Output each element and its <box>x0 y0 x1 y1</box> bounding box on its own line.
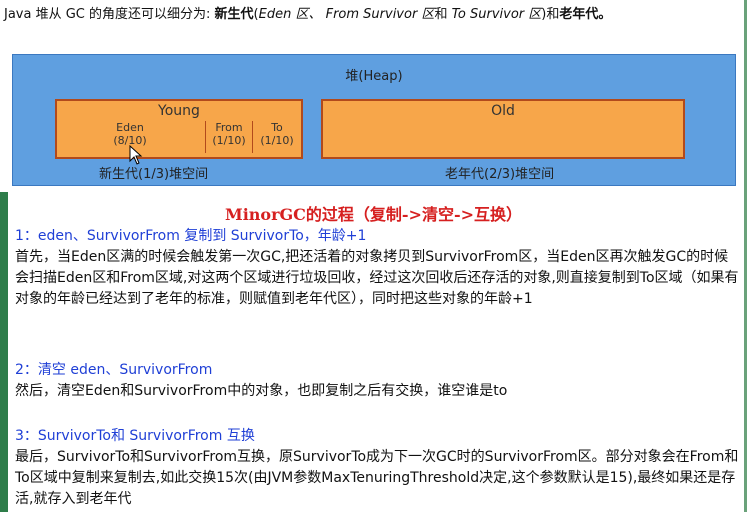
step2-block: 2：清空 eden、SurvivorFrom 然后，清空Eden和Survivo… <box>15 360 740 402</box>
section-title: MinorGC的过程（复制->清空->互换） <box>224 205 523 224</box>
to-ratio: (1/10) <box>260 134 294 147</box>
intro-part: Java 堆从 GC 的角度还可以细分为: <box>4 7 215 22</box>
left-green-bar <box>0 192 8 512</box>
step2-heading: 2：清空 eden、SurvivorFrom <box>15 362 213 378</box>
eden-label: Eden <box>116 121 144 134</box>
step3-heading: 3：SurvivorTo和 SurvivorFrom 互换 <box>15 428 255 444</box>
young-title: Young <box>158 103 200 119</box>
from-region: From (1/10) <box>205 121 253 153</box>
old-title: Old <box>491 103 515 119</box>
to-label: To <box>271 121 283 134</box>
old-caption: 老年代(2/3)堆空间 <box>445 167 555 182</box>
to-region: To (1/10) <box>253 121 301 157</box>
old-generation-box: Old <box>321 99 685 159</box>
intro-part: 和 <box>434 7 452 22</box>
heap-diagram: 堆(Heap) Young Eden (8/10) From (1/10) To… <box>12 54 736 186</box>
intro-part: )和 <box>541 7 560 22</box>
intro-italic-eden-from: Eden 区、 From Survivor 区 <box>258 7 435 22</box>
heap-title: 堆(Heap) <box>345 69 403 84</box>
step3-text: 最后，SurvivorTo和SurvivorFrom互换，原SurvivorTo… <box>15 449 739 507</box>
intro-italic-to: To Survivor 区 <box>451 7 542 22</box>
young-caption: 新生代(1/3)堆空间 <box>99 167 209 182</box>
from-ratio: (1/10) <box>212 134 246 147</box>
intro-text: Java 堆从 GC 的角度还可以细分为: 新生代(Eden 区、 From S… <box>4 6 744 23</box>
intro-bold-old: 老年代。 <box>559 7 612 22</box>
young-generation-box: Young Eden (8/10) From (1/10) To (1/10) <box>55 99 303 159</box>
from-label: From <box>215 121 243 134</box>
step1-text: 首先，当Eden区满的时候会触发第一次GC,把还活着的对象拷贝到Survivor… <box>15 249 739 307</box>
step2-text: 然后，清空Eden和SurvivorFrom中的对象，也即复制之后有交换，谁空谁… <box>15 383 508 399</box>
step1-heading: 1：eden、SurvivorFrom 复制到 SurvivorTo，年龄+1 <box>15 228 367 244</box>
mouse-cursor-icon <box>129 145 143 165</box>
intro-bold-young: 新生代 <box>214 7 254 22</box>
step3-block: 3：SurvivorTo和 SurvivorFrom 互换 最后，Survivo… <box>15 426 740 510</box>
step1-block: 1：eden、SurvivorFrom 复制到 SurvivorTo，年龄+1 … <box>15 226 740 310</box>
